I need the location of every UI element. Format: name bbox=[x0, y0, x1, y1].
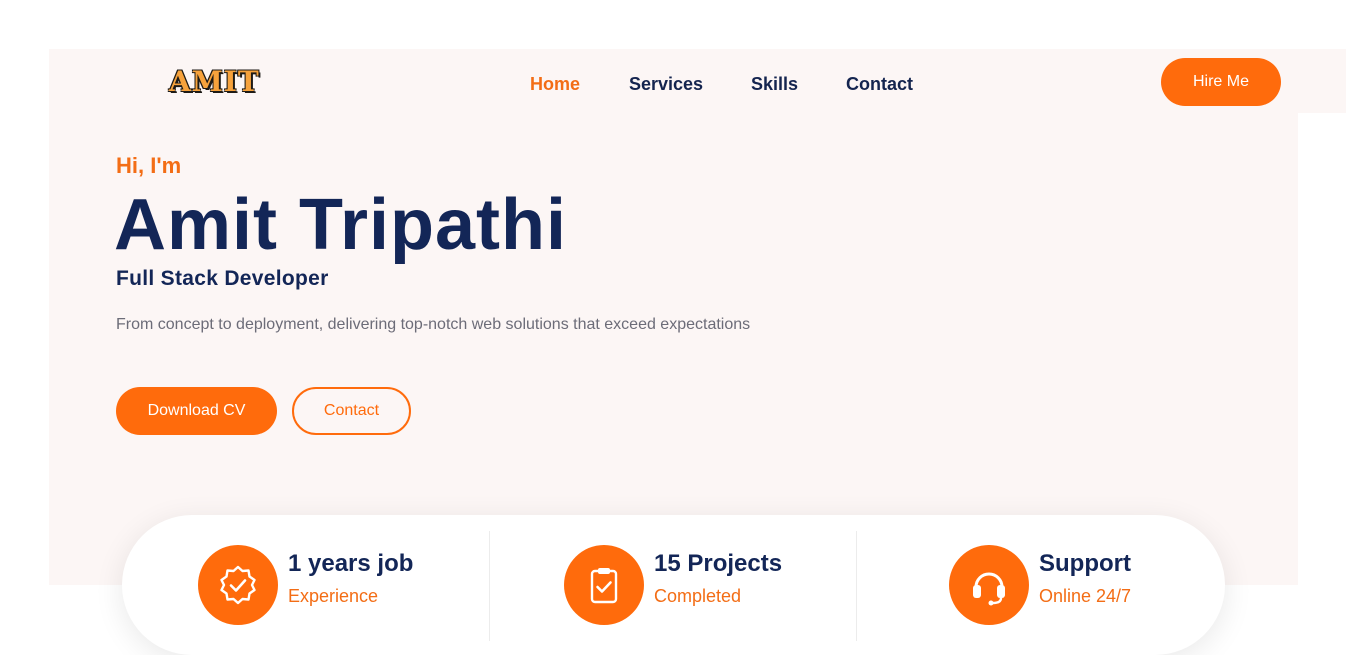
headset-icon bbox=[949, 545, 1029, 625]
stat-subtitle: Experience bbox=[288, 586, 379, 606]
stat-subtitle: Completed bbox=[654, 586, 742, 606]
stats-divider bbox=[489, 531, 490, 641]
main-nav: Home Services Skills Contact bbox=[0, 73, 1346, 95]
download-cv-button[interactable]: Download CV bbox=[116, 387, 277, 435]
hero-greeting: Hi, I'm bbox=[116, 153, 182, 178]
clipboard-check-icon bbox=[564, 545, 644, 625]
stat-title: 1 years job bbox=[288, 550, 414, 577]
nav-item-contact[interactable]: Contact bbox=[846, 73, 913, 95]
nav-item-home[interactable]: Home bbox=[530, 73, 580, 95]
stats-card: 1 years job Experience 15 Projects Compl… bbox=[122, 515, 1225, 655]
hero-name: Amit Tripathi bbox=[114, 185, 568, 265]
hire-me-button[interactable]: Hire Me bbox=[1161, 58, 1281, 106]
contact-button[interactable]: Contact bbox=[292, 387, 411, 435]
hero-description: From concept to deployment, delivering t… bbox=[116, 316, 751, 333]
stat-title: Support bbox=[1039, 550, 1131, 577]
stats-divider bbox=[856, 531, 857, 641]
stat-subtitle: Online 24/7 bbox=[1039, 586, 1132, 606]
hero-role: Full Stack Developer bbox=[116, 267, 329, 290]
stat-title: 15 Projects bbox=[654, 550, 783, 577]
nav-item-services[interactable]: Services bbox=[629, 73, 703, 95]
nav-item-skills[interactable]: Skills bbox=[751, 73, 798, 95]
badge-check-icon bbox=[198, 545, 278, 625]
